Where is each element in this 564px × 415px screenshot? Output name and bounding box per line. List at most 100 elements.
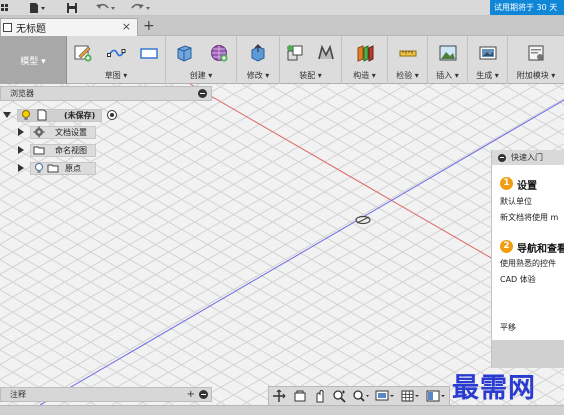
collapse-panel-icon[interactable] xyxy=(498,153,506,162)
document-tab-bar: 无标题 × + xyxy=(0,16,564,36)
make-group-label[interactable]: 生成 ▾ xyxy=(468,70,507,81)
grid-icon[interactable] xyxy=(401,389,421,403)
press-pull-icon[interactable] xyxy=(248,43,268,63)
display-settings-icon[interactable] xyxy=(375,389,395,403)
construct-group-label[interactable]: 构造 ▾ xyxy=(342,70,387,81)
quick-start-title: 快速入门 xyxy=(511,153,543,162)
document-icon xyxy=(3,23,12,32)
rectangle-icon[interactable] xyxy=(139,43,159,63)
expand-triangle-icon[interactable] xyxy=(18,164,24,172)
close-tab-button[interactable]: × xyxy=(122,20,131,33)
root-node-label: (未保存) xyxy=(64,110,96,120)
assemble-group-label[interactable]: 装配 ▾ xyxy=(280,70,341,81)
origin-marker-icon xyxy=(355,215,371,225)
browser-item-origin[interactable]: 原点 xyxy=(0,160,96,176)
collapse-panel-icon[interactable] xyxy=(198,89,207,98)
construct-group: 构造 ▾ xyxy=(342,36,388,84)
origin-node[interactable]: 原点 xyxy=(30,161,96,175)
folder-icon xyxy=(47,164,59,173)
trial-notice[interactable]: 试用期将于 30 天 xyxy=(490,0,564,15)
browser-root-row[interactable]: (未保存) xyxy=(0,107,118,123)
inspect-group: 检验 ▾ xyxy=(388,36,428,84)
add-comment-button[interactable]: + xyxy=(187,389,195,400)
measure-icon[interactable] xyxy=(398,43,418,63)
redo-icon[interactable] xyxy=(128,0,152,16)
navigation-bar xyxy=(268,386,450,406)
add-ins-group: 附加模块 ▾ xyxy=(508,36,564,84)
comments-panel-header[interactable]: 注释 + xyxy=(0,387,212,402)
status-bar xyxy=(0,405,564,415)
document-settings-node[interactable]: 文档设置 xyxy=(30,125,96,139)
browser-panel-header[interactable]: 浏览器 xyxy=(0,86,212,101)
save-icon[interactable] xyxy=(64,0,80,16)
toolbar-ribbon: 模型 ▾ 草图 ▾ 创建 ▾ 修改 ▾ 装配 ▾ 构造 ▾ 检验 ▾ 插入 ▾ … xyxy=(0,36,564,84)
insert-group: 插入 ▾ xyxy=(428,36,468,84)
collapse-triangle-icon[interactable] xyxy=(3,112,11,118)
insert-group-label[interactable]: 插入 ▾ xyxy=(428,70,467,81)
browser-item-document-settings[interactable]: 文档设置 xyxy=(0,124,96,140)
named-views-node[interactable]: 命名视图 xyxy=(30,143,96,157)
new-tab-button[interactable]: + xyxy=(143,18,155,34)
step1-heading: 设置 xyxy=(517,181,537,192)
sketch-create-icon[interactable] xyxy=(73,43,93,63)
box-icon[interactable] xyxy=(174,43,194,63)
pan-icon[interactable] xyxy=(313,389,327,403)
create-group-label[interactable]: 创建 ▾ xyxy=(166,70,236,81)
insert-image-icon[interactable] xyxy=(438,43,458,63)
spline-icon[interactable] xyxy=(106,43,126,63)
pan-label[interactable]: 平移 xyxy=(500,322,516,333)
assemble-group: 装配 ▾ xyxy=(280,36,342,84)
look-at-icon[interactable] xyxy=(293,389,307,403)
expand-triangle-icon[interactable] xyxy=(18,128,24,136)
document-icon xyxy=(37,109,47,121)
title-bar: 试用期将于 30 天 xyxy=(0,0,564,16)
step-number-badge: 1 xyxy=(500,177,513,190)
sketch-group-label[interactable]: 草图 ▾ xyxy=(67,70,165,81)
browser-item-named-views[interactable]: 命名视图 xyxy=(0,142,96,158)
inspect-group-label[interactable]: 检验 ▾ xyxy=(388,70,427,81)
orbit-icon[interactable] xyxy=(272,389,288,403)
modify-group-label[interactable]: 修改 ▾ xyxy=(237,70,279,81)
modify-group: 修改 ▾ xyxy=(237,36,280,84)
viewports-icon[interactable] xyxy=(426,389,446,403)
watermark-text: 最需网 xyxy=(452,373,536,404)
sphere-mesh-icon[interactable] xyxy=(209,43,229,63)
new-component-icon[interactable] xyxy=(285,43,305,63)
root-node[interactable]: (未保存) xyxy=(17,108,103,122)
lightbulb-icon[interactable] xyxy=(33,162,45,174)
browser-title: 浏览器 xyxy=(10,89,34,98)
document-tab-title: 无标题 xyxy=(16,24,46,35)
workspace-switcher-button[interactable]: 模型 ▾ xyxy=(0,36,67,84)
make-group: 生成 ▾ xyxy=(468,36,508,84)
add-ins-icon[interactable] xyxy=(526,43,546,63)
render-icon[interactable] xyxy=(478,43,498,63)
step-number-badge: 2 xyxy=(500,240,513,253)
step1-text-line2: 新文档将使用 m xyxy=(500,213,559,222)
add-ins-group-label[interactable]: 附加模块 ▾ xyxy=(508,70,564,81)
fusion-app-window: 试用期将于 30 天 无标题 × + 模型 ▾ 草图 ▾ 创建 ▾ 修改 ▾ 装… xyxy=(0,0,564,415)
expand-triangle-icon[interactable] xyxy=(18,146,24,154)
quick-start-panel: 快速入门 1 设置 默认单位 新文档将使用 m 2 导航和查看 使用熟悉的控件 … xyxy=(491,150,564,368)
comments-title: 注释 xyxy=(10,390,26,399)
undo-icon[interactable] xyxy=(94,0,118,16)
collapse-panel-icon[interactable] xyxy=(199,390,208,399)
step2-heading: 导航和查看 xyxy=(517,244,564,255)
quick-start-header[interactable]: 快速入门 xyxy=(492,150,564,165)
offset-plane-icon[interactable] xyxy=(355,43,375,63)
gear-icon xyxy=(33,126,45,138)
activate-radio-icon[interactable] xyxy=(106,109,118,121)
step2-text-line2: CAD 体验 xyxy=(500,275,536,284)
document-tab[interactable]: 无标题 × xyxy=(0,18,138,36)
lightbulb-icon xyxy=(22,110,30,120)
named-views-label: 命名视图 xyxy=(55,145,87,155)
joint-icon[interactable] xyxy=(316,43,336,63)
zoom-icon[interactable] xyxy=(332,389,346,403)
sketch-group: 草图 ▾ xyxy=(67,36,166,84)
origin-label: 原点 xyxy=(65,163,81,173)
create-group: 创建 ▾ xyxy=(166,36,237,84)
document-settings-label: 文档设置 xyxy=(55,127,87,137)
zoom-window-icon[interactable] xyxy=(352,389,370,403)
grid-menu-icon[interactable] xyxy=(0,0,10,16)
folder-icon xyxy=(33,146,45,155)
file-icon[interactable] xyxy=(27,0,47,16)
